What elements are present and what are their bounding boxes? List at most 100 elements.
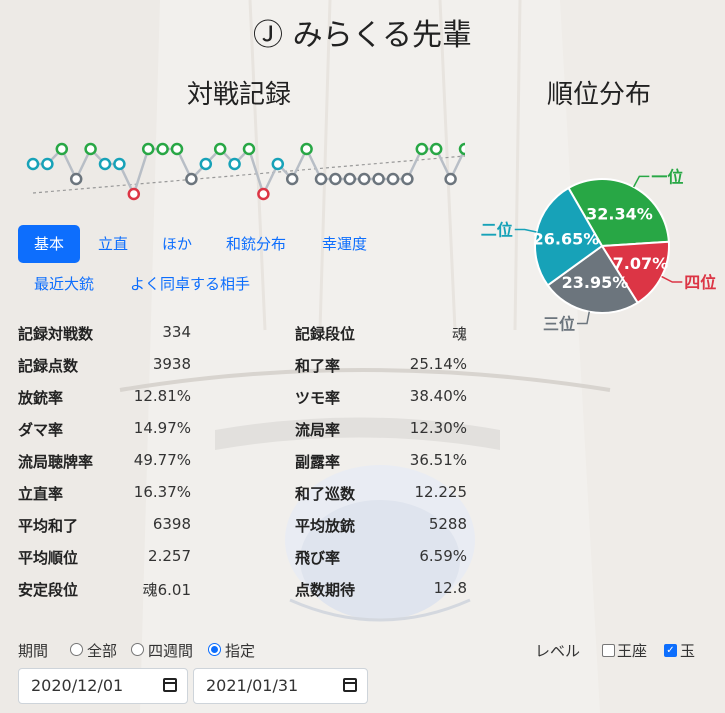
stat-label: 立直率 (18, 485, 64, 503)
rank-point (156, 142, 169, 156)
stat-value: 6398 (152, 515, 191, 533)
tab-other[interactable]: ほか (162, 225, 192, 263)
rank-point (98, 157, 112, 171)
rank-point (185, 172, 198, 186)
rank-point (26, 157, 40, 171)
rank-point (242, 142, 256, 156)
pie-rank-label: 一位 (651, 167, 683, 186)
tab-win-deal-distribution[interactable]: 和銃分布 (226, 225, 286, 263)
stat-label: 流局率 (295, 421, 341, 439)
stat-value: 12.8 (433, 579, 467, 597)
pie-percent-label: 23.95% (562, 273, 629, 292)
period-four-weeks-label[interactable]: 四週間 (148, 640, 193, 661)
tab-recent-big-deal-in[interactable]: 最近大銃 (34, 265, 94, 303)
rank-point (429, 142, 443, 156)
rank-distribution-title: 順位分布 (547, 80, 652, 110)
date-to-input[interactable]: 2021/01/31 (193, 668, 368, 704)
rank-point (314, 172, 328, 186)
period-all-radio[interactable] (70, 643, 83, 656)
rank-point (285, 172, 299, 186)
player-title: Ⓙ みらくる先輩 (253, 18, 472, 53)
period-custom-label[interactable]: 指定 (225, 640, 255, 661)
rank-point (372, 172, 385, 186)
level-throne-label[interactable]: 王座 (617, 640, 647, 661)
date-to-value: 2021/01/31 (206, 676, 299, 695)
stat-value: 魂6.01 (142, 581, 191, 599)
stat-value: 25.14% (409, 355, 467, 373)
rank-point (343, 172, 357, 186)
pie-rank-label: 三位 (543, 315, 575, 334)
stat-value: 12.30% (409, 419, 467, 437)
stat-label: 流局聴牌率 (18, 453, 94, 471)
stat-value: 36.51% (409, 451, 467, 469)
rank-distribution-pie-chart: 32.34%17.07%23.95%26.65%一位四位三位二位 (481, 167, 717, 334)
stat-label: 平均和了 (18, 517, 79, 535)
stat-value: 12.225 (414, 483, 468, 501)
stat-value: 2.257 (148, 547, 191, 565)
period-all-label[interactable]: 全部 (87, 640, 117, 661)
stat-value: 49.77% (133, 451, 191, 469)
stat-label: 記録点数 (18, 357, 79, 375)
stat-label: 記録対戦数 (18, 325, 94, 343)
tab-frequent-opponents[interactable]: よく同卓する相手 (130, 265, 250, 303)
tab-basic[interactable]: 基本 (18, 225, 81, 263)
stat-label: 平均放銃 (295, 517, 356, 535)
level-label: レベル (535, 642, 581, 660)
date-from-value: 2020/12/01 (31, 676, 124, 695)
stat-value: 魂 (451, 325, 467, 343)
rank-point (127, 187, 141, 201)
rank-point (113, 157, 126, 171)
calendar-icon[interactable] (163, 678, 177, 692)
rank-point (84, 142, 97, 156)
stat-value: 334 (162, 323, 191, 341)
stat-value: 38.40% (409, 387, 467, 405)
stat-value: 14.97% (133, 419, 191, 437)
stat-label: 放銃率 (18, 389, 64, 407)
rank-point (300, 142, 313, 156)
stat-label: ダマ率 (18, 421, 64, 439)
pie-label-leader (633, 175, 650, 188)
stat-value: 6.59% (419, 547, 467, 565)
rank-point (401, 172, 414, 186)
rank-point (357, 172, 371, 186)
pie-percent-label: 26.65% (533, 229, 600, 248)
rank-point (271, 157, 285, 171)
rank-point (415, 142, 429, 156)
stat-label: 平均順位 (18, 549, 79, 567)
rank-point (257, 187, 270, 201)
period-four-weeks-radio[interactable] (131, 643, 144, 656)
date-from-input[interactable]: 2020/12/01 (18, 668, 188, 704)
level-throne-checkbox[interactable] (602, 644, 615, 657)
stat-label: 点数期待 (295, 581, 356, 599)
stat-label: 副露率 (295, 453, 341, 471)
tab-riichi[interactable]: 立直 (98, 225, 128, 263)
level-jade-label[interactable]: 玉 (680, 640, 695, 661)
rank-point (41, 157, 54, 171)
rank-point (444, 172, 457, 186)
pie-rank-label: 四位 (684, 273, 716, 292)
stat-value: 3938 (152, 355, 191, 373)
period-custom-radio[interactable] (208, 643, 221, 656)
rank-point (69, 172, 83, 186)
pie-percent-label: 32.34% (586, 205, 653, 224)
rank-point (213, 142, 227, 156)
stat-label: 和了巡数 (295, 485, 356, 503)
stat-label: 記録段位 (295, 325, 356, 343)
pie-rank-label: 二位 (481, 221, 513, 240)
rank-point (199, 157, 213, 171)
recent-rank-sparkline (26, 142, 465, 201)
stat-value: 5288 (428, 515, 467, 533)
tab-luck[interactable]: 幸運度 (322, 225, 367, 263)
calendar-icon[interactable] (343, 678, 357, 692)
record-title: 対戦記録 (187, 80, 292, 110)
rank-point (329, 172, 342, 186)
pie-label-leader (661, 275, 683, 283)
pie-label-leader (576, 311, 590, 325)
period-label: 期間 (18, 642, 49, 660)
trend-line (32, 155, 465, 194)
stat-label: 安定段位 (18, 581, 79, 599)
stat-label: ツモ率 (295, 389, 341, 407)
stat-value: 16.37% (133, 483, 191, 501)
rank-point (170, 142, 184, 156)
level-jade-checkbox[interactable]: ✓ (664, 644, 677, 657)
